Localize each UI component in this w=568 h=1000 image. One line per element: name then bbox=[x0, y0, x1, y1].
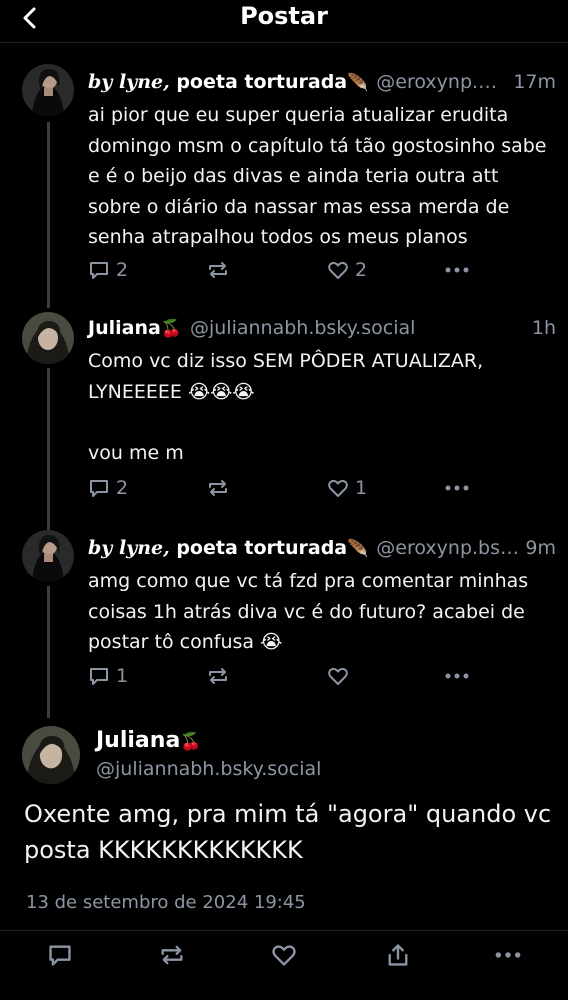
reply-count: 2 bbox=[116, 259, 129, 281]
like-button[interactable]: 1 bbox=[327, 474, 367, 502]
like-count: 1 bbox=[355, 477, 368, 499]
reply-icon bbox=[90, 262, 108, 279]
like-icon bbox=[328, 479, 348, 497]
focused-post-actions bbox=[0, 930, 568, 975]
repost-icon bbox=[209, 262, 227, 278]
like-icon bbox=[272, 945, 296, 966]
author-name[interactable]: by lyne, poeta torturada🪶 bbox=[88, 537, 368, 559]
avatar[interactable] bbox=[22, 530, 74, 582]
post-text: Como vc diz isso SEM PÔDER ATUALIZAR, LY… bbox=[88, 350, 484, 464]
author-name[interactable]: Juliana🍒 bbox=[88, 317, 182, 339]
post-text: Oxente amg, pra mim tá "agora" quando vc… bbox=[24, 800, 552, 864]
page-title: Postar bbox=[240, 2, 328, 30]
reply-count: 2 bbox=[116, 477, 129, 499]
post-date: 13 de setembro de 2024 19:45 bbox=[26, 892, 306, 913]
more-button[interactable] bbox=[444, 662, 470, 690]
author-name[interactable]: by lyne, poeta torturada🪶 bbox=[88, 71, 368, 93]
author-handle[interactable]: @juliannabh.bsky.social bbox=[96, 758, 321, 780]
avatar[interactable] bbox=[22, 64, 74, 116]
like-button[interactable]: 2 bbox=[327, 256, 367, 284]
post-time: 1h bbox=[531, 317, 556, 339]
repost-icon bbox=[161, 945, 183, 965]
post-time: 9m bbox=[525, 537, 556, 559]
reply-icon bbox=[90, 480, 108, 497]
avatar[interactable] bbox=[22, 726, 80, 784]
more-icon bbox=[445, 267, 469, 273]
thread-post[interactable]: by lyne, poeta torturada🪶 @eroxynp.bsky.… bbox=[0, 530, 568, 700]
post-header: by lyne, poeta torturada🪶 @eroxynp.bsky.… bbox=[88, 68, 556, 96]
reply-button[interactable]: 1 bbox=[88, 662, 128, 690]
post-text: amg como que vc tá fzd pra comentar minh… bbox=[88, 570, 535, 653]
reply-button[interactable]: 2 bbox=[88, 474, 128, 502]
more-icon bbox=[445, 673, 469, 679]
post-actions: 2 1 bbox=[88, 474, 488, 502]
share-icon bbox=[388, 944, 408, 966]
repost-icon bbox=[209, 668, 227, 684]
repost-button[interactable] bbox=[206, 474, 236, 502]
post-header: by lyne, poeta torturada🪶 @eroxynp.bsky.… bbox=[88, 534, 556, 562]
reply-icon bbox=[49, 945, 71, 966]
top-bar: Postar bbox=[0, 0, 568, 43]
author-handle[interactable]: @juliannabh.bsky.social bbox=[190, 317, 526, 339]
repost-button[interactable] bbox=[156, 939, 188, 971]
like-icon bbox=[328, 261, 348, 279]
reply-count: 1 bbox=[116, 665, 129, 687]
reply-icon bbox=[90, 668, 108, 685]
author-handle[interactable]: @eroxynp.bsky.social bbox=[376, 71, 507, 93]
more-icon bbox=[495, 952, 521, 958]
more-button[interactable] bbox=[444, 474, 470, 502]
like-button[interactable] bbox=[268, 939, 300, 971]
post-actions: 1 bbox=[88, 662, 488, 690]
more-button[interactable] bbox=[444, 256, 470, 284]
share-button[interactable] bbox=[382, 939, 414, 971]
post-header: Juliana🍒 @juliannabh.bsky.social 1h bbox=[88, 314, 556, 342]
author-handle[interactable]: @eroxynp.bsky.social bbox=[376, 537, 519, 559]
reply-button[interactable]: 2 bbox=[88, 256, 128, 284]
post-actions: 2 2 bbox=[88, 256, 488, 284]
avatar[interactable] bbox=[22, 312, 74, 364]
more-icon bbox=[445, 485, 469, 491]
repost-button[interactable] bbox=[206, 256, 236, 284]
repost-icon bbox=[209, 480, 227, 496]
like-icon bbox=[328, 667, 348, 685]
author-name[interactable]: Juliana🍒 bbox=[96, 728, 201, 753]
thread-post[interactable]: by lyne, poeta torturada🪶 @eroxynp.bsky.… bbox=[0, 64, 568, 294]
reply-button[interactable] bbox=[44, 939, 76, 971]
repost-button[interactable] bbox=[206, 662, 236, 690]
like-count: 2 bbox=[355, 259, 368, 281]
more-button[interactable] bbox=[492, 939, 524, 971]
post-time: 17m bbox=[513, 71, 556, 93]
thread-post[interactable]: Juliana🍒 @juliannabh.bsky.social 1h Como… bbox=[0, 310, 568, 510]
like-button[interactable] bbox=[327, 662, 355, 690]
post-text: ai pior que eu super queria atualizar er… bbox=[88, 104, 553, 248]
